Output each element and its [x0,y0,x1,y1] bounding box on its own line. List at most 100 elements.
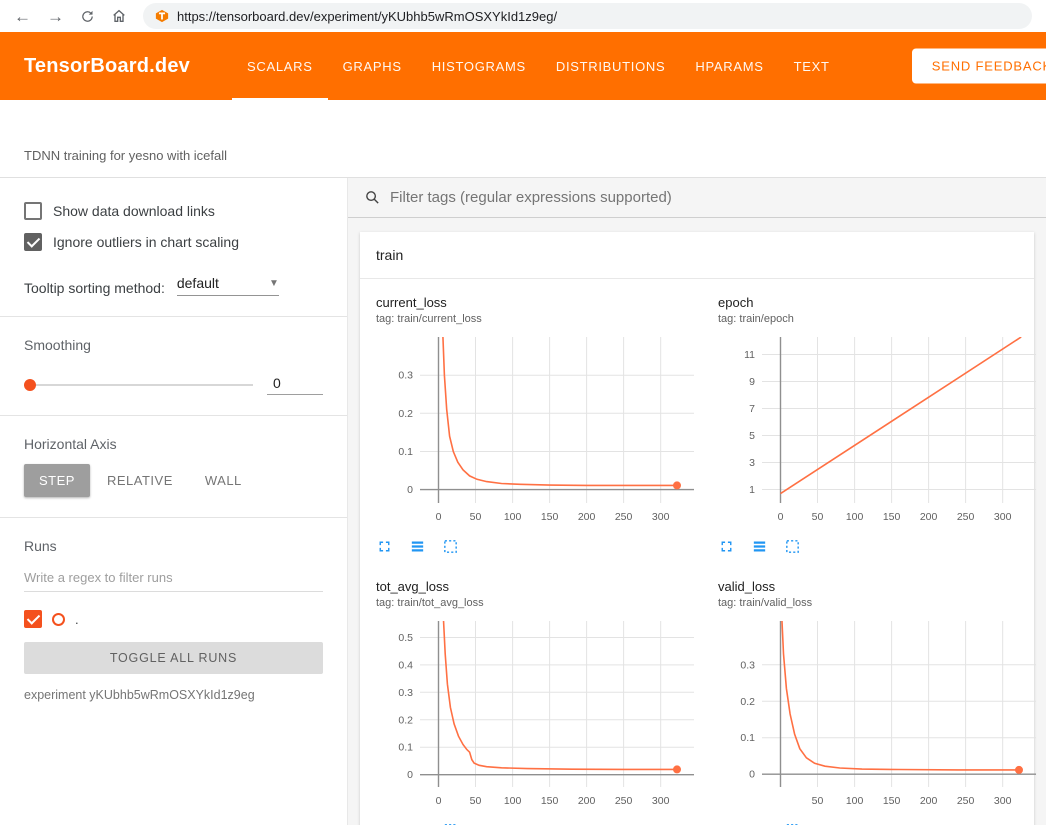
fullscreen-icon[interactable] [718,538,735,555]
svg-text:300: 300 [652,795,670,807]
chart-card-valid_loss: valid_loss tag: train/valid_loss 5010015… [718,579,1046,825]
toggle-all-runs-button[interactable]: TOGGLE ALL RUNS [24,642,323,674]
data-table-icon[interactable] [409,538,426,555]
svg-text:150: 150 [541,511,559,523]
svg-text:0: 0 [407,769,413,781]
svg-text:250: 250 [957,511,975,523]
data-table-icon[interactable] [751,538,768,555]
back-icon[interactable]: ← [14,8,31,25]
brand-logo: TensorBoard.dev [24,55,190,78]
forward-icon[interactable]: → [47,8,64,25]
chart-card-epoch: epoch tag: train/epoch 05010015020025030… [718,295,1046,555]
svg-text:50: 50 [470,511,482,523]
svg-text:0.1: 0.1 [398,742,413,754]
chart-card-current_loss: current_loss tag: train/current_loss 050… [376,295,706,555]
group-title[interactable]: train [360,232,1034,279]
svg-text:50: 50 [812,795,824,807]
chart-title: tot_avg_loss [376,579,706,594]
horizontal-axis-label: Horizontal Axis [24,436,323,452]
tag-filter-input[interactable] [390,189,1030,206]
scalars-main: train current_loss tag: train/current_lo… [348,178,1046,825]
chart-canvas-current_loss[interactable]: 05010015020025030000.10.20.3 [376,329,706,529]
settings-sidebar: Show data download links Ignore outliers… [0,178,348,825]
tab-scalars[interactable]: SCALARS [232,32,328,100]
svg-text:0: 0 [778,511,784,523]
svg-text:150: 150 [541,795,559,807]
charts-grid: current_loss tag: train/current_loss 050… [360,279,1034,825]
divider [0,316,347,317]
tooltip-sorting-select[interactable]: default ▼ [177,275,279,296]
chart-canvas-valid_loss[interactable]: 5010015020025030000.10.20.3 [718,613,1046,813]
chart-title: current_loss [376,295,706,310]
tab-hparams[interactable]: HPARAMS [680,32,778,100]
svg-text:0.3: 0.3 [398,370,413,382]
axis-option-relative[interactable]: RELATIVE [92,464,188,497]
tensorboard-favicon [155,9,169,23]
smoothing-label: Smoothing [24,337,323,353]
pin-outline-icon[interactable] [784,538,801,555]
svg-text:3: 3 [749,457,755,469]
run-color-icon[interactable] [52,613,65,626]
ignore-outliers-label: Ignore outliers in chart scaling [53,234,239,250]
svg-text:200: 200 [578,511,596,523]
run-visibility-checkbox[interactable] [24,610,42,628]
address-bar[interactable]: https://tensorboard.dev/experiment/yKUbh… [143,3,1032,29]
fullscreen-icon[interactable] [376,538,393,555]
svg-text:0.2: 0.2 [398,714,413,726]
svg-text:50: 50 [470,795,482,807]
svg-text:0.2: 0.2 [740,696,755,708]
svg-text:5: 5 [749,430,755,442]
svg-text:11: 11 [744,349,755,361]
chart-tag: tag: train/tot_avg_loss [376,597,706,609]
search-icon [364,189,381,206]
svg-text:7: 7 [749,403,755,415]
reload-icon[interactable] [80,9,95,24]
svg-text:0.1: 0.1 [398,446,413,458]
browser-toolbar: ← → https://tensorboard.dev/experiment/y… [0,0,1046,32]
experiment-id-note: experiment yKUbhb5wRmOSXYkId1z9eg [24,688,323,702]
url-text: https://tensorboard.dev/experiment/yKUbh… [177,9,557,24]
tab-histograms[interactable]: HISTOGRAMS [417,32,541,100]
show-download-checkbox[interactable] [24,202,42,220]
svg-text:200: 200 [920,795,938,807]
chart-card-tot_avg_loss: tot_avg_loss tag: train/tot_avg_loss 0 50… [376,579,706,825]
chart-tag: tag: train/epoch [718,313,1046,325]
svg-text:200: 200 [578,795,596,807]
chart-canvas-epoch[interactable]: 0501001502002503001357911 [718,329,1046,529]
tooltip-sorting-label: Tooltip sorting method: [24,280,165,296]
tab-text[interactable]: TEXT [779,32,845,100]
smoothing-value-input[interactable]: 0 [267,375,323,395]
svg-text:0.2: 0.2 [398,408,413,420]
svg-text:0: 0 [436,795,442,807]
svg-text:250: 250 [615,511,633,523]
svg-text:150: 150 [883,511,901,523]
svg-text:300: 300 [994,511,1012,523]
chart-tag: tag: train/valid_loss [718,597,1046,609]
svg-text:100: 100 [846,795,864,807]
svg-text:200: 200 [920,511,938,523]
home-icon[interactable] [111,8,127,24]
send-feedback-button[interactable]: SEND FEEDBACK [912,49,1046,84]
axis-option-step[interactable]: STEP [24,464,90,497]
chart-canvas-tot_avg_loss[interactable]: 05010015020025030000.10.20.30.40.5 [376,613,706,813]
chart-title: epoch [718,295,1046,310]
run-row: . [24,610,323,628]
experiment-subheader: TDNN training for yesno with icefall [0,100,1046,178]
svg-text:0.3: 0.3 [740,659,755,671]
smoothing-slider-knob[interactable] [24,379,36,391]
axis-option-wall[interactable]: WALL [190,464,257,497]
smoothing-slider[interactable] [24,384,253,386]
svg-text:100: 100 [504,795,522,807]
experiment-title: TDNN training for yesno with icefall [24,148,227,163]
runs-label: Runs [24,538,323,554]
horizontal-axis-toggle-group: STEPRELATIVEWALL [24,464,323,497]
ignore-outliers-checkbox[interactable] [24,233,42,251]
tab-graphs[interactable]: GRAPHS [328,32,417,100]
svg-text:0: 0 [407,484,413,496]
tag-filter-row [348,178,1046,218]
pin-outline-icon[interactable] [442,538,459,555]
tab-distributions[interactable]: DISTRIBUTIONS [541,32,681,100]
runs-filter-input[interactable] [24,564,323,592]
svg-text:0.4: 0.4 [398,659,413,671]
svg-text:1: 1 [749,484,755,496]
